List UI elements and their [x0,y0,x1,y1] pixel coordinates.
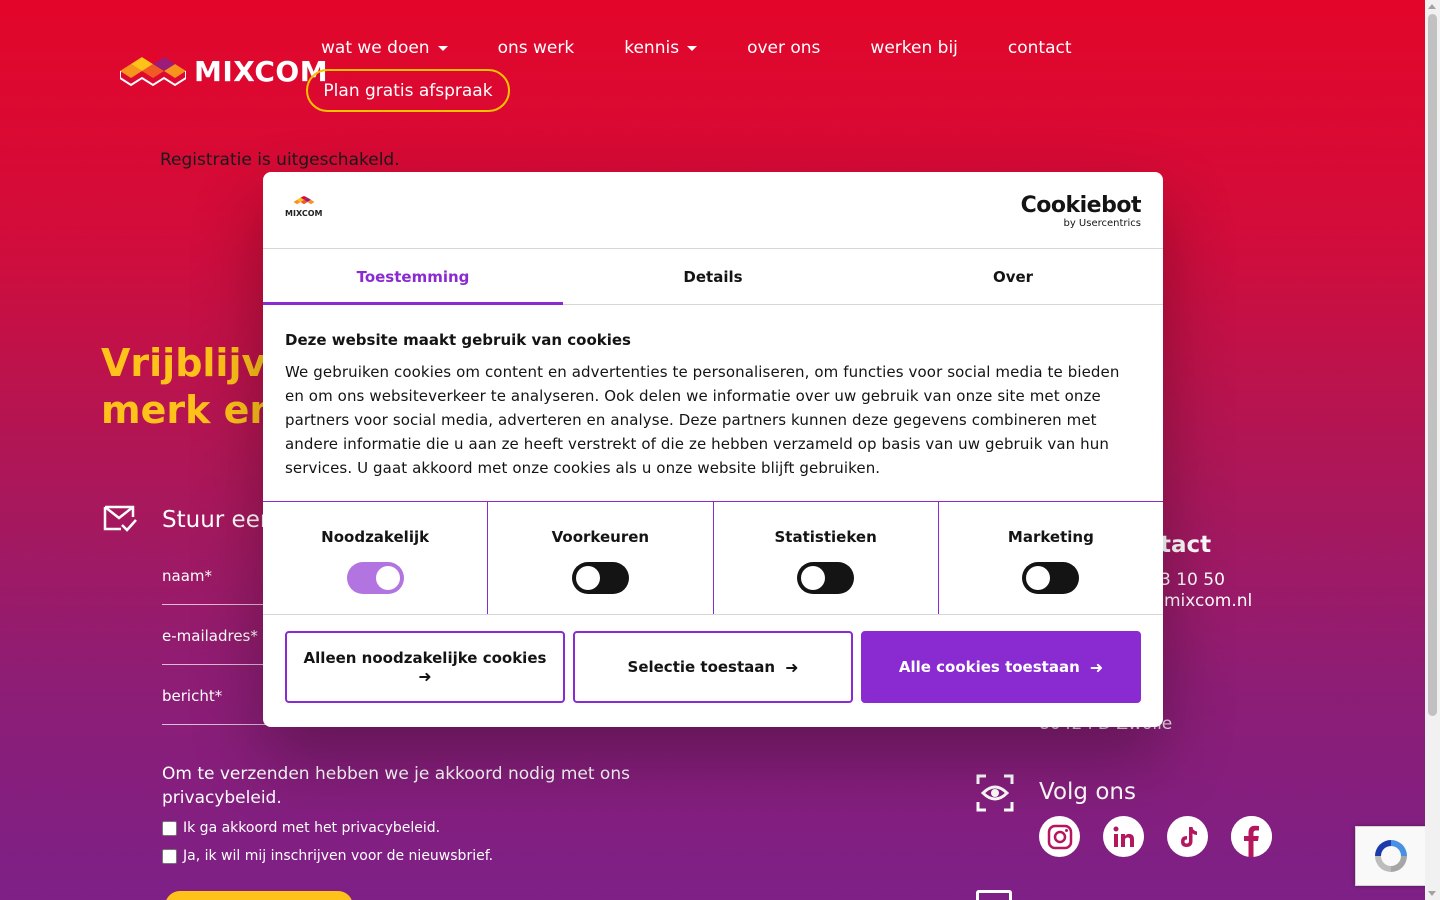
privacy-checkbox-label: Ik ga akkoord met het privacybeleid. [183,820,441,836]
scroll-down-arrow-icon[interactable] [1428,891,1436,896]
allow-all-button[interactable]: Alle cookies toestaan ➜ [861,631,1141,703]
nav-label: contact [1007,38,1072,58]
form-title: Stuur een [162,507,275,533]
cookie-dialog-buttons: Alleen noodzakelijke cookies ➜ Selectie … [263,615,1163,703]
arrow-right-icon: ➜ [785,657,799,677]
email-field-label: e-mailadres* [162,627,258,645]
contact-email[interactable]: mixcom.nl [1164,591,1252,611]
contact-title: tact [1160,532,1212,558]
cookie-dialog-site-logo: MIXCOM [285,196,322,218]
recaptcha-badge[interactable] [1355,826,1427,886]
chevron-down-icon [437,45,448,51]
toggle-label: Voorkeuren [551,528,650,546]
mail-check-icon [103,505,137,532]
message-field-label: bericht* [162,687,223,705]
tiktok-icon [1180,826,1197,847]
linkedin-link[interactable] [1103,816,1144,857]
switch-knob [375,566,400,590]
nav-item-contact[interactable]: contact [1008,38,1072,58]
logo-cubes-icon [120,52,186,87]
allow-selection-button[interactable]: Selectie toestaan ➜ [573,631,853,703]
allow-all-label: Alle cookies toestaan [898,658,1080,676]
nav-item-kennis[interactable]: kennis [624,38,698,58]
switch-knob [1026,566,1051,590]
cookiebot-brand[interactable]: Cookiebot by Usercentrics [1020,193,1142,230]
registration-message: Registratie is uitgeschakeld. [160,150,400,170]
toggle-voorkeuren: Voorkeuren [488,502,714,614]
newsletter-checkbox-row[interactable]: Ja, ik wil mij inschrijven voor de nieuw… [162,848,493,864]
cookie-dialog-body: Deze website maakt gebruik van cookies W… [263,305,1163,502]
cookie-consent-dialog: MIXCOM Cookiebot by Usercentrics Toestem… [263,172,1163,727]
arrow-right-icon: ➜ [418,666,432,686]
linkedin-icon [1113,826,1134,847]
toggle-noodzakelijk: Noodzakelijk [263,502,489,614]
switch-knob [801,566,826,590]
follow-title: Volg ons [1039,779,1136,805]
instagram-icon [1047,824,1072,849]
privacy-checkbox-row[interactable]: Ik ga akkoord met het privacybeleid. [162,820,440,836]
nav-label: over ons [747,38,821,58]
cookie-category-toggles: Noodzakelijk Voorkeuren Statistieken Mar… [263,502,1163,615]
tiktok-link[interactable] [1167,816,1208,857]
cookie-dialog-header: MIXCOM Cookiebot by Usercentrics [263,172,1163,249]
cookiebot-brand-sub: by Usercentrics [1063,218,1141,229]
nav-item-over-ons[interactable]: over ons [747,38,820,58]
toggle-statistieken: Statistieken [714,502,939,614]
tab-toestemming[interactable]: Toestemming [263,249,563,305]
chevron-down-icon [687,45,698,51]
nav-label: kennis [624,38,680,58]
facebook-link[interactable] [1231,816,1272,857]
nav-label: ons werk [497,38,575,58]
name-field-label: naam* [162,567,213,585]
main-nav: wat we doen ons werk kennis over ons wer… [321,38,1122,58]
switch-knob [575,566,600,590]
nav-item-wat-we-doen[interactable]: wat we doen [321,38,448,58]
scroll-up-arrow-icon[interactable] [1428,4,1436,9]
mixcom-logo[interactable]: MIXCOM [120,52,328,90]
contact-phone[interactable]: 3 10 50 [1160,570,1225,590]
newsletter-mail-icon [976,890,1012,900]
statistieken-switch[interactable] [797,562,855,594]
newsletter-checkbox-label: Ja, ik wil mij inschrijven voor de nieuw… [183,848,494,864]
page-scrollbar[interactable] [1425,0,1440,900]
submit-button[interactable] [165,891,353,900]
cookie-dialog-heading: Deze website maakt gebruik van cookies [285,331,631,349]
scroll-thumb[interactable] [1428,14,1437,716]
cookie-dialog-logo-text: MIXCOM [285,209,323,218]
noodzakelijk-switch[interactable] [346,562,404,594]
nav-label: wat we doen [321,38,430,58]
nav-label: werken bij [870,38,958,58]
instagram-link[interactable] [1039,816,1080,857]
toggle-label: Noodzakelijk [321,528,430,546]
facebook-icon [1231,816,1272,857]
eye-icon [976,774,1014,812]
allow-selection-label: Selectie toestaan [627,658,776,676]
cookie-dialog-text: We gebruiken cookies om content en adver… [285,363,1120,477]
cookie-dialog-tabs: Toestemming Details Over [263,249,1163,305]
voorkeuren-switch[interactable] [571,562,629,594]
consent-text: Om te verzenden hebben we je akkoord nod… [162,764,630,808]
privacy-checkbox[interactable] [162,820,177,836]
toggle-label: Marketing [1007,528,1094,546]
logo-cubes-icon [293,196,315,205]
tab-over[interactable]: Over [863,249,1163,304]
nav-item-werken-bij[interactable]: werken bij [870,38,957,58]
arrow-right-icon: ➜ [1089,657,1104,677]
toggle-marketing: Marketing [939,502,1163,614]
plan-appointment-button[interactable]: Plan gratis afspraak [306,69,510,112]
toggle-label: Statistieken [774,528,877,546]
newsletter-checkbox[interactable] [162,848,177,864]
marketing-switch[interactable] [1022,562,1080,594]
tab-details[interactable]: Details [563,249,863,304]
necessary-only-label: Alleen noodzakelijke cookies [303,648,547,667]
necessary-only-button[interactable]: Alleen noodzakelijke cookies ➜ [285,631,565,703]
recaptcha-icon [1375,840,1407,872]
cookiebot-brand-name: Cookiebot [1020,193,1142,218]
nav-item-ons-werk[interactable]: ons werk [498,38,575,58]
